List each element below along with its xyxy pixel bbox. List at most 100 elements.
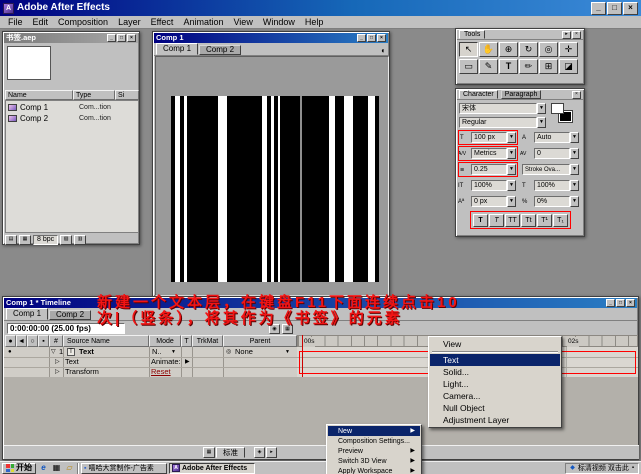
orbit-camera-tool-button[interactable]: ◎: [539, 42, 558, 57]
context-item-switch-3d-view[interactable]: Switch 3D View ▶: [328, 456, 420, 466]
hand-tool-button[interactable]: ✋: [479, 42, 498, 57]
fill-color-swatch[interactable]: [551, 103, 564, 114]
chevron-down-icon[interactable]: ▼: [507, 132, 516, 143]
current-time-indicator[interactable]: [302, 335, 303, 377]
font-family-dropdown[interactable]: 宋体: [459, 103, 537, 114]
timeline-tab-comp2[interactable]: Comp 2: [49, 310, 91, 320]
task-button-project[interactable]: ▪ 嘻哈大赏制作-广告素: [81, 463, 167, 474]
layer-name[interactable]: Text: [79, 347, 94, 357]
maximize-icon[interactable]: □: [607, 2, 622, 15]
chevron-down-icon[interactable]: ▼: [537, 103, 546, 114]
tools-tab[interactable]: Tools: [459, 30, 485, 39]
start-button[interactable]: 开始: [2, 463, 36, 474]
system-tray[interactable]: ◆ 标清视频 双击此 ▪: [565, 463, 639, 474]
column-header-trkmat[interactable]: TrkMat: [192, 335, 223, 347]
close-icon[interactable]: ×: [626, 299, 635, 307]
comp-window-titlebar[interactable]: Comp 1 _ □ ×: [154, 33, 388, 43]
layer-mode-dropdown[interactable]: N..: [152, 347, 162, 357]
scroll-right-icon[interactable]: ▸: [266, 447, 277, 458]
chevron-down-icon[interactable]: ▼: [570, 180, 579, 191]
folder-icon[interactable]: ▱: [64, 463, 75, 474]
chevron-down-icon[interactable]: ▼: [570, 164, 579, 175]
menu-layer[interactable]: Layer: [113, 18, 146, 27]
context-item-apply-workspace[interactable]: Apply Workspace ▶: [328, 466, 420, 474]
submenu-item-text[interactable]: Text: [430, 354, 560, 366]
audio-column-icon[interactable]: ◄: [16, 335, 27, 347]
column-header-name[interactable]: Name: [5, 90, 73, 100]
pan-behind-tool-button[interactable]: ✛: [559, 42, 578, 57]
tracking-field[interactable]: 0: [534, 148, 570, 159]
kerning-field[interactable]: Metrics: [471, 148, 507, 159]
chevron-down-icon[interactable]: ▼: [171, 347, 176, 357]
standard-workspace-tab[interactable]: 标准: [216, 447, 245, 458]
submenu-item-null-object[interactable]: Null Object: [430, 402, 560, 414]
submenu-item-adjustment-layer[interactable]: Adjustment Layer: [430, 414, 560, 426]
reset-button[interactable]: Reset: [151, 367, 171, 377]
column-header-number[interactable]: #: [49, 335, 63, 347]
maximize-icon[interactable]: □: [367, 34, 376, 42]
chevron-down-icon[interactable]: ▼: [570, 132, 579, 143]
submenu-item-light[interactable]: Light...: [430, 378, 560, 390]
tools-palette-header[interactable]: Tools ▸ ×: [457, 30, 583, 40]
context-item-new[interactable]: New ▶: [328, 426, 420, 436]
faux-bold-button[interactable]: T: [473, 214, 488, 227]
submenu-item-camera[interactable]: Camera...: [430, 390, 560, 402]
comp-family-icon[interactable]: ◐: [381, 47, 386, 55]
grid-icon[interactable]: ▦: [203, 447, 215, 458]
column-header-type[interactable]: Type: [73, 90, 115, 100]
stroke-width-field[interactable]: 0.25: [471, 164, 507, 175]
rect-mask-tool-button[interactable]: ▭: [459, 59, 478, 74]
character-tab[interactable]: Character: [459, 90, 498, 99]
context-item-preview[interactable]: Preview ▶: [328, 446, 420, 456]
menu-view[interactable]: View: [228, 18, 257, 27]
menu-effect[interactable]: Effect: [146, 18, 179, 27]
project-panel-titlebar[interactable]: 书签.aep _ □ ×: [4, 33, 138, 43]
superscript-button[interactable]: T¹: [537, 214, 552, 227]
diamond-icon[interactable]: ◈: [254, 447, 265, 458]
chevron-down-icon[interactable]: ▼: [507, 196, 516, 207]
pen-tool-button[interactable]: ✎: [479, 59, 498, 74]
maximize-icon[interactable]: □: [616, 299, 625, 307]
small-caps-button[interactable]: Tt: [521, 214, 536, 227]
eraser-tool-button[interactable]: ◪: [559, 59, 578, 74]
new-composition-icon[interactable]: ▧: [60, 235, 72, 245]
horizontal-scale-field[interactable]: 100%: [534, 180, 570, 191]
stroke-style-dropdown[interactable]: Stroke Ova...: [522, 164, 570, 175]
column-header-mode[interactable]: Mode: [149, 335, 181, 347]
vertical-scale-field[interactable]: 100%: [471, 180, 507, 191]
comp-tab-1[interactable]: Comp 1: [156, 43, 198, 55]
group-expander-icon[interactable]: ▷: [55, 357, 60, 367]
layer-expander-icon[interactable]: ▽: [51, 347, 56, 357]
maximize-icon[interactable]: □: [117, 34, 126, 42]
text-group-label[interactable]: Text: [65, 357, 79, 367]
paintbrush-tool-button[interactable]: ✏: [519, 59, 538, 74]
character-palette-header[interactable]: Character Paragraph ×: [457, 90, 583, 100]
collapse-icon[interactable]: ▸: [562, 31, 571, 39]
clone-stamp-tool-button[interactable]: ⊞: [539, 59, 558, 74]
close-icon[interactable]: ×: [127, 34, 136, 42]
chevron-down-icon[interactable]: ▼: [537, 117, 546, 128]
ie-quicklaunch-icon[interactable]: e: [38, 463, 49, 474]
menu-animation[interactable]: Animation: [178, 18, 228, 27]
column-header-source-name[interactable]: Source Name: [63, 335, 149, 347]
lock-column-icon[interactable]: ▪: [38, 335, 49, 347]
close-icon[interactable]: ×: [377, 34, 386, 42]
context-item-composition-settings[interactable]: Composition Settings...: [328, 436, 420, 446]
column-header-size[interactable]: Si: [115, 90, 139, 100]
menu-composition[interactable]: Composition: [53, 18, 113, 27]
animate-arrow-icon[interactable]: ▶: [185, 357, 190, 367]
menu-window[interactable]: Window: [258, 18, 300, 27]
minimize-icon[interactable]: _: [606, 299, 615, 307]
zoom-tool-button[interactable]: ⊕: [499, 42, 518, 57]
chevron-down-icon[interactable]: ▼: [285, 347, 290, 357]
subscript-button[interactable]: T₁: [553, 214, 568, 227]
tsume-field[interactable]: 0%: [534, 196, 570, 207]
layer-parent-dropdown[interactable]: None: [235, 347, 253, 357]
menu-help[interactable]: Help: [300, 18, 329, 27]
layer-visibility-icon[interactable]: ●: [8, 347, 12, 357]
close-icon[interactable]: ×: [572, 31, 581, 39]
trash-icon[interactable]: ▥: [74, 235, 86, 245]
chevron-down-icon[interactable]: ▼: [507, 148, 516, 159]
submenu-item-view[interactable]: View: [430, 338, 560, 350]
menu-file[interactable]: File: [3, 18, 28, 27]
